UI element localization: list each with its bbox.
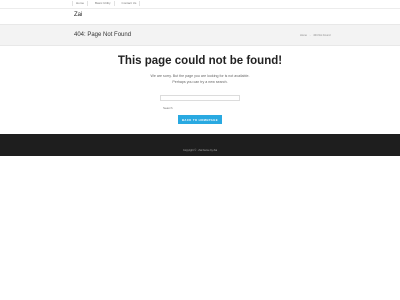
topnav-basic-utility-link[interactable]: Basic Utility — [92, 1, 115, 6]
search-input[interactable] — [161, 106, 239, 110]
page-title-bar: 404: Page Not Found Home › 404 Not Found — [0, 24, 400, 46]
page-title: 404: Page Not Found — [74, 32, 132, 38]
search-box — [160, 95, 240, 110]
topnav-contact-link[interactable]: Contact Us — [119, 1, 141, 6]
top-bar: Home Basic Utility Contact Us — [0, 0, 400, 9]
topnav-home-link[interactable]: Home — [72, 1, 89, 6]
breadcrumb-current: 404 Not Found — [313, 34, 331, 37]
breadcrumb-home-link[interactable]: Home — [300, 34, 307, 37]
brand-bar — [0, 9, 400, 23]
search-suggestion: Perhaps you can try a new search. — [172, 80, 228, 84]
footer: Copyright © · Zai theme by Zai — [0, 134, 400, 156]
site-logo[interactable]: Zai — [74, 12, 82, 18]
breadcrumb-separator: › — [309, 34, 311, 37]
not-found-message: We are sorry. But the page you are looki… — [150, 74, 250, 78]
not-found-heading: This page could not be found! — [117, 55, 283, 67]
footer-copyright: Copyright © · Zai theme by Zai — [182, 149, 218, 152]
top-navigation: Home Basic Utility Contact Us — [72, 1, 141, 6]
breadcrumb: Home › 404 Not Found — [300, 34, 330, 37]
back-to-homepage-button[interactable]: BACK TO HOMEPAGE — [178, 115, 222, 124]
